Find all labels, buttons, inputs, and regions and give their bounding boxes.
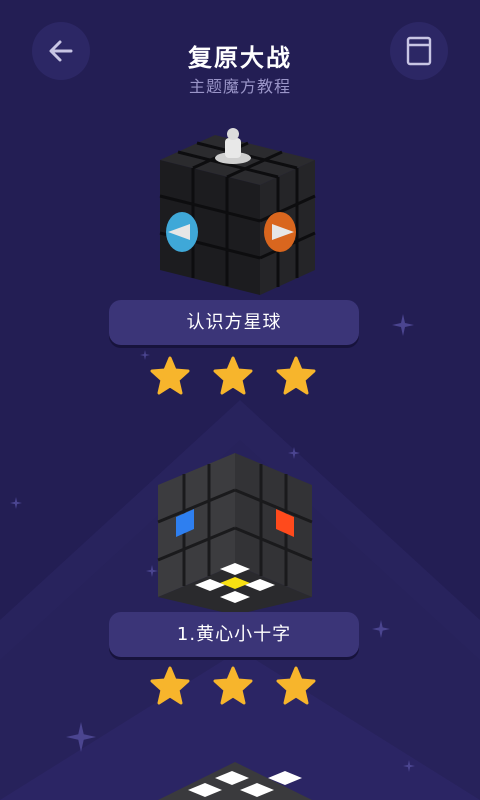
cube-yellow-cross-image xyxy=(157,453,313,615)
star-icon xyxy=(276,666,316,705)
star-icon xyxy=(150,666,190,705)
level-title[interactable]: 1.黄心小十字 xyxy=(109,612,359,657)
star-icon xyxy=(213,666,253,705)
star-rating xyxy=(150,666,330,706)
cube-mascot-image xyxy=(159,128,316,295)
star-rating xyxy=(150,356,330,396)
level-item[interactable] xyxy=(0,760,480,800)
header: 复原大战 主题魔方教程 xyxy=(0,0,480,110)
book-icon xyxy=(406,36,432,66)
star-icon xyxy=(213,356,253,395)
star-icon xyxy=(150,356,190,395)
star-icon xyxy=(276,356,316,395)
level-item[interactable]: 1.黄心小十字 xyxy=(0,440,480,720)
tutorial-book-button[interactable] xyxy=(390,22,448,80)
level-item[interactable]: 认识方星球 xyxy=(0,120,480,400)
sparkle-icon xyxy=(66,722,96,752)
level-title[interactable]: 认识方星球 xyxy=(109,300,359,345)
cube-next-level-image xyxy=(158,762,312,800)
